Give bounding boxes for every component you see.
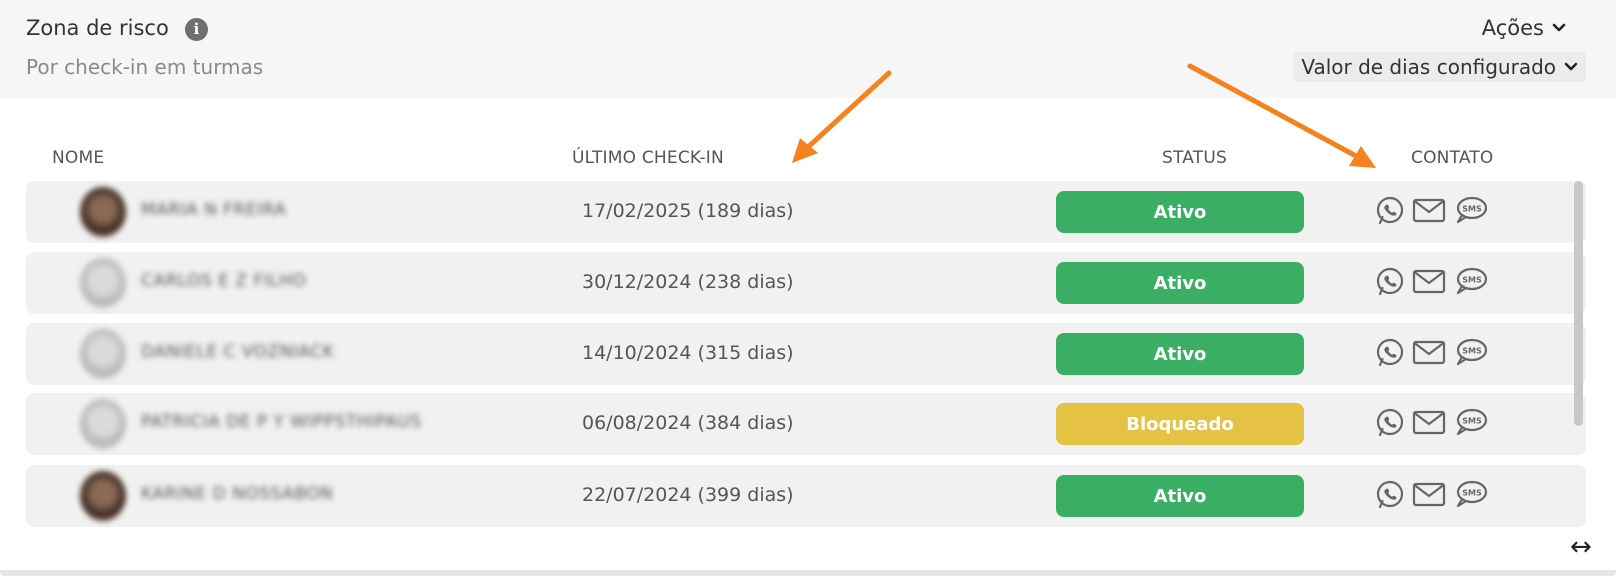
days-filter-select[interactable]: Valor de dias configurado (1293, 52, 1586, 82)
status-badge: Ativo (1056, 262, 1304, 304)
whatsapp-icon[interactable] (1374, 195, 1405, 226)
column-header-last-checkin: ÚLTIMO CHECK-IN (572, 148, 724, 168)
whatsapp-icon[interactable] (1374, 337, 1405, 368)
member-name: MARIA N FREIRA (141, 200, 287, 220)
column-header-name: NOME (52, 148, 105, 168)
whatsapp-icon[interactable] (1374, 266, 1405, 297)
card-subtitle: Por check-in em turmas (26, 55, 264, 79)
last-checkin: 30/12/2024 (238 dias) (582, 271, 794, 293)
column-header-contact: CONTATO (1411, 148, 1494, 168)
resize-horizontal-icon[interactable]: ↔ (1570, 532, 1592, 562)
sms-icon[interactable]: SMS (1453, 266, 1489, 297)
email-icon[interactable] (1411, 407, 1447, 438)
actions-dropdown[interactable]: Ações (1482, 16, 1566, 40)
sms-icon[interactable]: SMS (1453, 195, 1489, 226)
svg-text:SMS: SMS (1462, 489, 1482, 498)
avatar (80, 471, 126, 521)
last-checkin: 17/02/2025 (189 dias) (582, 200, 794, 222)
email-icon[interactable] (1411, 195, 1447, 226)
table-row[interactable]: KARINE D NOSSABON 22/07/2024 (399 dias) At… (26, 465, 1586, 527)
table-row[interactable]: MARIA N FREIRA 17/02/2025 (189 dias) Ativo… (26, 181, 1586, 243)
svg-text:SMS: SMS (1462, 417, 1482, 426)
whatsapp-icon[interactable] (1374, 407, 1405, 438)
info-icon[interactable]: i (185, 18, 208, 41)
status-badge: Ativo (1056, 191, 1304, 233)
contact-actions: SMS (1374, 337, 1489, 368)
member-name: DANIELE C VOZNIACK (141, 342, 335, 362)
chevron-down-icon (1564, 62, 1578, 71)
avatar (80, 399, 126, 449)
table-scrollbar[interactable] (1574, 181, 1583, 426)
contact-actions: SMS (1374, 479, 1489, 510)
avatar (80, 258, 126, 308)
actions-label: Ações (1481, 16, 1544, 40)
status-badge: Bloqueado (1056, 403, 1304, 445)
member-name: CARLOS E Z FILHO (141, 271, 307, 291)
whatsapp-icon[interactable] (1374, 479, 1405, 510)
avatar (80, 187, 126, 237)
member-name: KARINE D NOSSABON (141, 484, 334, 504)
card-title: Zona de risco (26, 16, 169, 40)
avatar (80, 329, 126, 379)
email-icon[interactable] (1411, 479, 1447, 510)
sms-icon[interactable]: SMS (1453, 407, 1489, 438)
sms-icon[interactable]: SMS (1453, 479, 1489, 510)
status-badge: Ativo (1056, 475, 1304, 517)
risk-zone-card: Zona de risco i Por check-in em turmas A… (0, 0, 1616, 576)
email-icon[interactable] (1411, 266, 1447, 297)
table-row[interactable]: PATRICIA DE P Y WIPPSTHIPAUS 06/08/2024 (… (26, 393, 1586, 455)
sms-icon[interactable]: SMS (1453, 337, 1489, 368)
contact-actions: SMS (1374, 195, 1489, 226)
member-name: PATRICIA DE P Y WIPPSTHIPAUS (141, 412, 422, 432)
svg-text:SMS: SMS (1462, 347, 1482, 356)
last-checkin: 06/08/2024 (384 dias) (582, 412, 794, 434)
chevron-down-icon (1552, 23, 1566, 32)
email-icon[interactable] (1411, 337, 1447, 368)
contact-actions: SMS (1374, 266, 1489, 297)
table-row[interactable]: CARLOS E Z FILHO 30/12/2024 (238 dias) Ati… (26, 252, 1586, 314)
last-checkin: 14/10/2024 (315 dias) (582, 342, 794, 364)
status-badge: Ativo (1056, 333, 1304, 375)
card-header: Zona de risco i Por check-in em turmas A… (0, 0, 1616, 98)
contact-actions: SMS (1374, 407, 1489, 438)
last-checkin: 22/07/2024 (399 dias) (582, 484, 794, 506)
svg-text:SMS: SMS (1462, 276, 1482, 285)
days-filter-label: Valor de dias configurado (1301, 55, 1556, 79)
svg-text:SMS: SMS (1462, 205, 1482, 214)
table-row[interactable]: DANIELE C VOZNIACK 14/10/2024 (315 dias) A… (26, 323, 1586, 385)
column-header-status: STATUS (1162, 148, 1227, 168)
